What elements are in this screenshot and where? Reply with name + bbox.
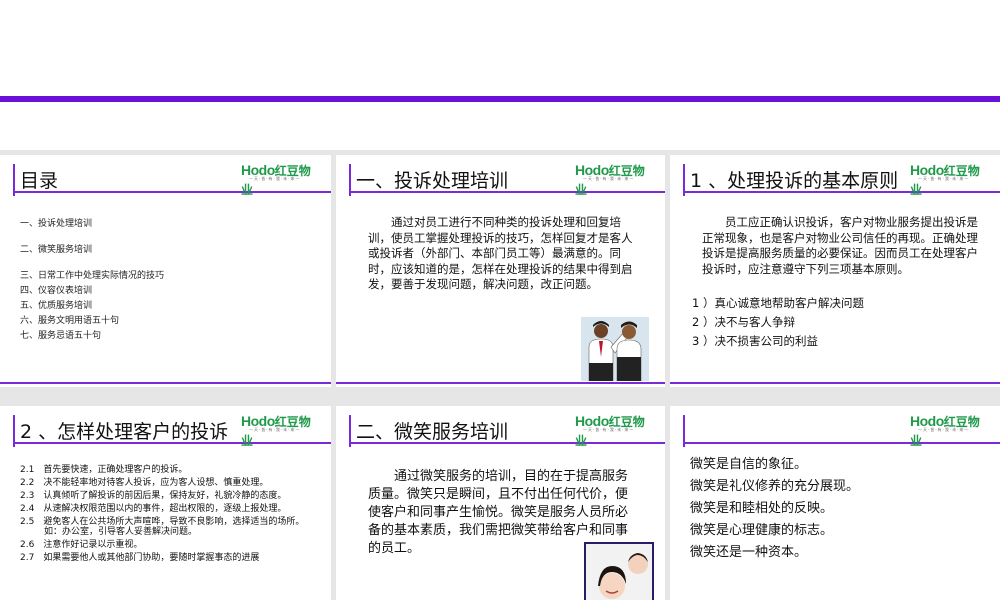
smile-statements: 微笑是自信的象征。 微笑是礼仪修养的充分展现。 微笑是和睦相处的反映。 微笑是心… <box>690 454 859 564</box>
slide-2[interactable]: 一、投诉处理培训 Hodo红豆物业 —天·皆·有·我·未·来— 通过对员工进行不… <box>336 155 665 387</box>
list-item: 微笑是心理健康的标志。 <box>690 523 834 538</box>
list-item: 2.7 如果需要他人或其他部门协助，要随时掌握事态的进展 <box>20 553 260 563</box>
bottom-line <box>0 382 331 384</box>
slide-body: 通过对员工进行不同种类的投诉处理和回复培训，使员工掌握处理投诉的技巧，怎样回复才… <box>368 215 633 291</box>
toc-item[interactable]: 四、仪容仪表培训 <box>20 284 164 299</box>
list-item: 微笑是和睦相处的反映。 <box>690 501 834 516</box>
list-item: 2.2 决不能轻率地对待客人投诉，应为客人设想、慎重处理。 <box>20 478 269 488</box>
slide-title: 1 、处理投诉的基本原则 <box>690 170 899 192</box>
company-logo: Hodo红豆物业 —天·皆·有·我·未·来— <box>575 162 645 197</box>
top-divider <box>0 96 1000 102</box>
list-item: 2.1 首先要快速，正确处理客户的投诉。 <box>20 465 188 475</box>
slide-title: 二、微笑服务培训 <box>356 421 509 443</box>
list-item: 1 ）真心诚意地帮助客户解决问题 <box>692 296 864 310</box>
bottom-line <box>670 382 1000 384</box>
slide-6[interactable]: Hodo红豆物业 —天·皆·有·我·未·来— 微笑是自信的象征。 微笑是礼仪修养… <box>670 406 1000 600</box>
business-handshake-illustration <box>581 317 649 382</box>
toc-item[interactable]: 七、服务忌语五十句 <box>20 329 164 344</box>
slide-4[interactable]: 2 、怎样处理客户的投诉 Hodo红豆物业 —天·皆·有·我·未·来— 2.1 … <box>0 406 331 600</box>
slide-3[interactable]: 1 、处理投诉的基本原则 Hodo红豆物业 —天·皆·有·我·未·来— 员工应正… <box>670 155 1000 387</box>
toc-item[interactable]: 五、优质服务培训 <box>20 299 164 314</box>
list-item: 微笑还是一种资本。 <box>690 545 808 560</box>
slide-title: 目录 <box>20 170 59 192</box>
toc-item[interactable]: 二、微笑服务培训 <box>20 243 164 258</box>
handling-steps: 2.1 首先要快速，正确处理客户的投诉。 2.2 决不能轻率地对待客人投诉，应为… <box>20 465 318 563</box>
slide-1[interactable]: 目录 Hodo红豆物业 —天·皆·有·我·未·来— 一、投诉处理培训 二、微笑服… <box>0 155 331 387</box>
list-item: 2.3 认真倾听了解投诉的前因后果，保持友好，礼貌冷静的态度。 <box>20 491 287 501</box>
list-item: 2.5 避免客人在公共场所大声喧哗，导致不良影响，选择适当的场所。如：办公室，引… <box>20 517 305 537</box>
list-item: 2.6 注意作好记录以示重视。 <box>20 540 143 550</box>
list-item: 微笑是礼仪修养的充分展现。 <box>690 479 860 494</box>
company-logo: Hodo红豆物业 —天·皆·有·我·未·来— <box>910 413 980 448</box>
company-logo: Hodo红豆物业 —天·皆·有·我·未·来— <box>910 162 980 197</box>
slide-title: 一、投诉处理培训 <box>356 170 509 192</box>
list-item: 3 ）决不损害公司的利益 <box>692 334 818 348</box>
slide-5[interactable]: 二、微笑服务培训 Hodo红豆物业 —天·皆·有·我·未·来— 通过微笑服务的培… <box>336 406 665 600</box>
smiling-staff-photo <box>584 542 654 600</box>
slide-body: 员工应正确认识投诉，客户对物业服务提出投诉是正常现象，也是客户对物业公司信任的再… <box>702 215 978 276</box>
title-underline <box>683 442 1000 444</box>
toc-list: 一、投诉处理培训 二、微笑服务培训 三、日常工作中处理实际情况的技巧 四、仪容仪… <box>20 217 164 344</box>
company-logo: Hodo红豆物业 —天·皆·有·我·未·来— <box>575 413 645 448</box>
toc-item[interactable]: 三、日常工作中处理实际情况的技巧 <box>20 269 164 284</box>
company-logo: Hodo红豆物业 —天·皆·有·我·未·来— <box>241 162 311 197</box>
title-underline <box>13 191 331 193</box>
list-item: 微笑是自信的象征。 <box>690 457 808 472</box>
toc-item[interactable]: 六、服务文明用语五十句 <box>20 314 164 329</box>
bottom-line <box>336 382 665 384</box>
list-item: 2 ）决不与客人争辩 <box>692 315 795 329</box>
toc-item[interactable]: 一、投诉处理培训 <box>20 217 164 232</box>
company-logo: Hodo红豆物业 —天·皆·有·我·未·来— <box>241 413 311 448</box>
slide-title: 2 、怎样处理客户的投诉 <box>20 421 229 443</box>
list-item: 2.4 从速解决权限范围以内的事件，超出权限的，逐级上报处理。 <box>20 504 287 514</box>
principle-list: 1 ）真心诚意地帮助客户解决问题 2 ）决不与客人争辩 3 ）决不损害公司的利益 <box>692 294 864 351</box>
